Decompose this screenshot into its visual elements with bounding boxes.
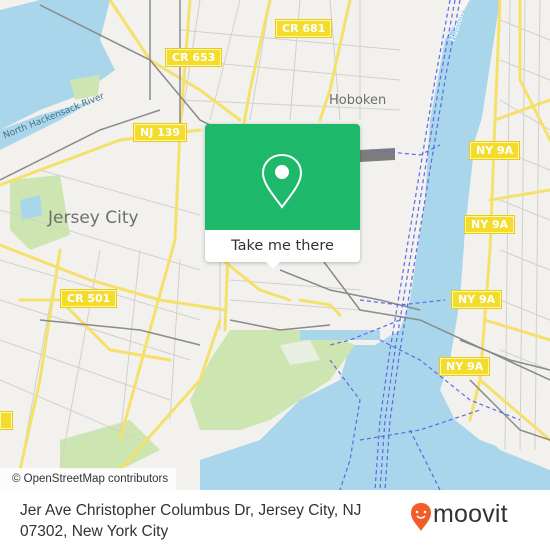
place-label-hoboken: Hoboken <box>329 93 387 108</box>
road-shield-partial <box>0 411 13 430</box>
road-shield-cr681: CR 681 <box>274 19 333 38</box>
address-text: Jer Ave Christopher Columbus Dr, Jersey … <box>20 502 362 540</box>
road-shield-ny9a-3: NY 9A <box>450 290 503 309</box>
map-attribution[interactable]: © OpenStreetMap contributors <box>0 468 177 490</box>
road-shield-cr501: CR 501 <box>59 289 118 308</box>
road-shield-ny9a-4: NY 9A <box>438 357 491 376</box>
road-shield-cr653: CR 653 <box>164 48 223 67</box>
road-shield-nj139: NJ 139 <box>132 123 188 142</box>
popup-header[interactable] <box>205 124 360 230</box>
destination-popup[interactable]: Take me there <box>205 124 360 269</box>
place-label-jersey-city: Jersey City <box>48 208 139 228</box>
road-shield-ny9a-2: NY 9A <box>463 215 516 234</box>
moovit-pin-icon <box>411 503 431 531</box>
location-pin-icon <box>261 153 303 209</box>
popup-pointer <box>265 261 281 269</box>
moovit-wordmark: moovit <box>433 500 508 528</box>
road-shield-ny9a-1: NY 9A <box>468 141 521 160</box>
footer: Jer Ave Christopher Columbus Dr, Jersey … <box>0 490 550 550</box>
map-view[interactable]: Hoboken Jersey City North Hackensack Riv… <box>0 0 550 490</box>
moovit-logo: moovit <box>410 500 540 540</box>
take-me-there-button[interactable]: Take me there <box>205 230 360 262</box>
